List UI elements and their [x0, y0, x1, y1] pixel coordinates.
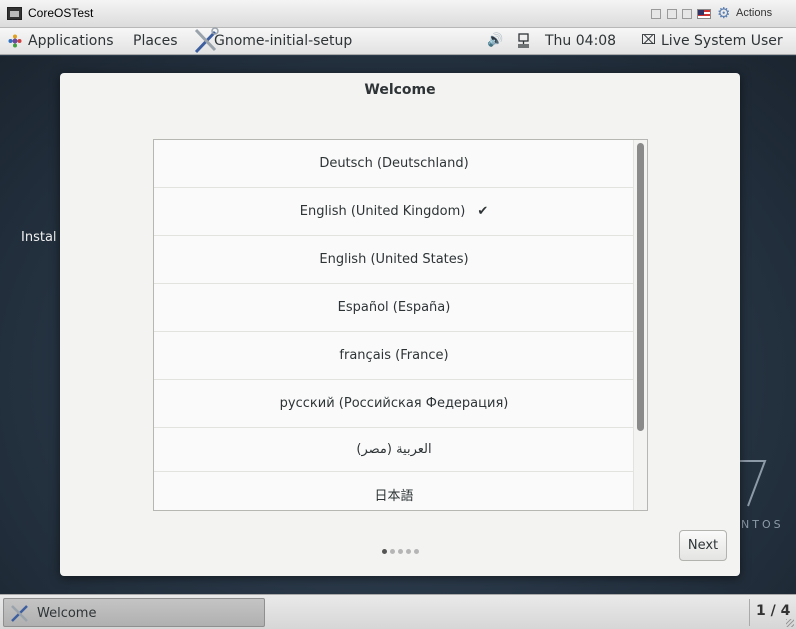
language-label: français (France) [339, 348, 449, 363]
user-menu[interactable]: Live System User [661, 33, 783, 49]
taskbar-window-button[interactable]: Welcome [3, 598, 265, 627]
clock[interactable]: Thu 04:08 [545, 33, 616, 49]
dialog-title: Welcome [364, 82, 436, 98]
language-label: 日本語 [374, 488, 414, 504]
vm-window-titlebar: CoreOSTest ⚙ Actions [0, 0, 796, 28]
language-label: العربية (مصر) [356, 442, 432, 457]
welcome-dialog: Welcome Deutsch (Deutschland) English (U… [60, 73, 740, 576]
language-label: English (United States) [319, 252, 469, 267]
centos-brand-text: NTOS [741, 518, 784, 531]
language-label: русский (Российская Федерация) [279, 396, 509, 411]
language-row[interactable]: 日本語 [154, 472, 634, 510]
page-dot [389, 549, 395, 554]
bottom-taskbar: Welcome 1 / 4 [0, 594, 796, 629]
vm-window-title: CoreOSTest [28, 6, 94, 20]
taskbar-window-label: Welcome [37, 606, 97, 621]
page-dot [413, 549, 419, 554]
active-app-menu[interactable]: Gnome-initial-setup [214, 33, 352, 49]
user-icon[interactable]: ⌧ [641, 33, 656, 48]
language-row[interactable]: العربية (مصر) [154, 428, 634, 472]
setup-tools-icon [11, 605, 28, 622]
language-row-selected[interactable]: English (United Kingdom) ✔ [154, 188, 634, 236]
gear-icon[interactable]: ⚙ [717, 5, 730, 21]
language-label: Deutsch (Deutschland) [319, 156, 469, 171]
actions-menu[interactable]: Actions [736, 7, 772, 19]
vm-monitor-icon [7, 7, 22, 20]
language-row[interactable]: Español (España) [154, 284, 634, 332]
page-dot [405, 549, 411, 554]
applications-menu[interactable]: Applications [28, 33, 114, 49]
language-row[interactable]: English (United States) [154, 236, 634, 284]
desktop-install-icon-label[interactable]: Instal [21, 230, 57, 245]
applications-icon [8, 34, 22, 48]
page-dot-active [381, 549, 387, 554]
divider [749, 599, 750, 626]
close-icon[interactable] [682, 9, 692, 19]
page-indicator [60, 539, 740, 558]
language-label: Español (España) [337, 300, 451, 315]
resize-grip-icon[interactable] [786, 619, 794, 627]
page-dot [397, 549, 403, 554]
language-row[interactable]: русский (Российская Федерация) [154, 380, 634, 428]
network-icon[interactable] [517, 33, 530, 48]
checkmark-icon: ✔ [477, 204, 489, 219]
language-list: Deutsch (Deutschland) English (United Ki… [153, 139, 648, 511]
centos-logo-icon [740, 460, 767, 507]
language-label: English (United Kingdom) [299, 204, 466, 219]
volume-icon[interactable]: 🔊 [487, 33, 503, 48]
flag-icon[interactable] [697, 9, 711, 19]
language-row[interactable]: français (France) [154, 332, 634, 380]
places-menu[interactable]: Places [133, 33, 178, 49]
scrollbar-thumb[interactable] [637, 143, 644, 431]
maximize-icon[interactable] [667, 9, 677, 19]
language-row[interactable]: Deutsch (Deutschland) [154, 140, 634, 188]
next-button[interactable]: Next [679, 530, 727, 561]
list-scrollbar[interactable] [633, 140, 647, 510]
workspace-indicator[interactable]: 1 / 4 [756, 603, 790, 619]
minimize-icon[interactable] [651, 9, 661, 19]
gnome-top-panel: Applications Places Gnome-initial-setup … [0, 27, 796, 55]
